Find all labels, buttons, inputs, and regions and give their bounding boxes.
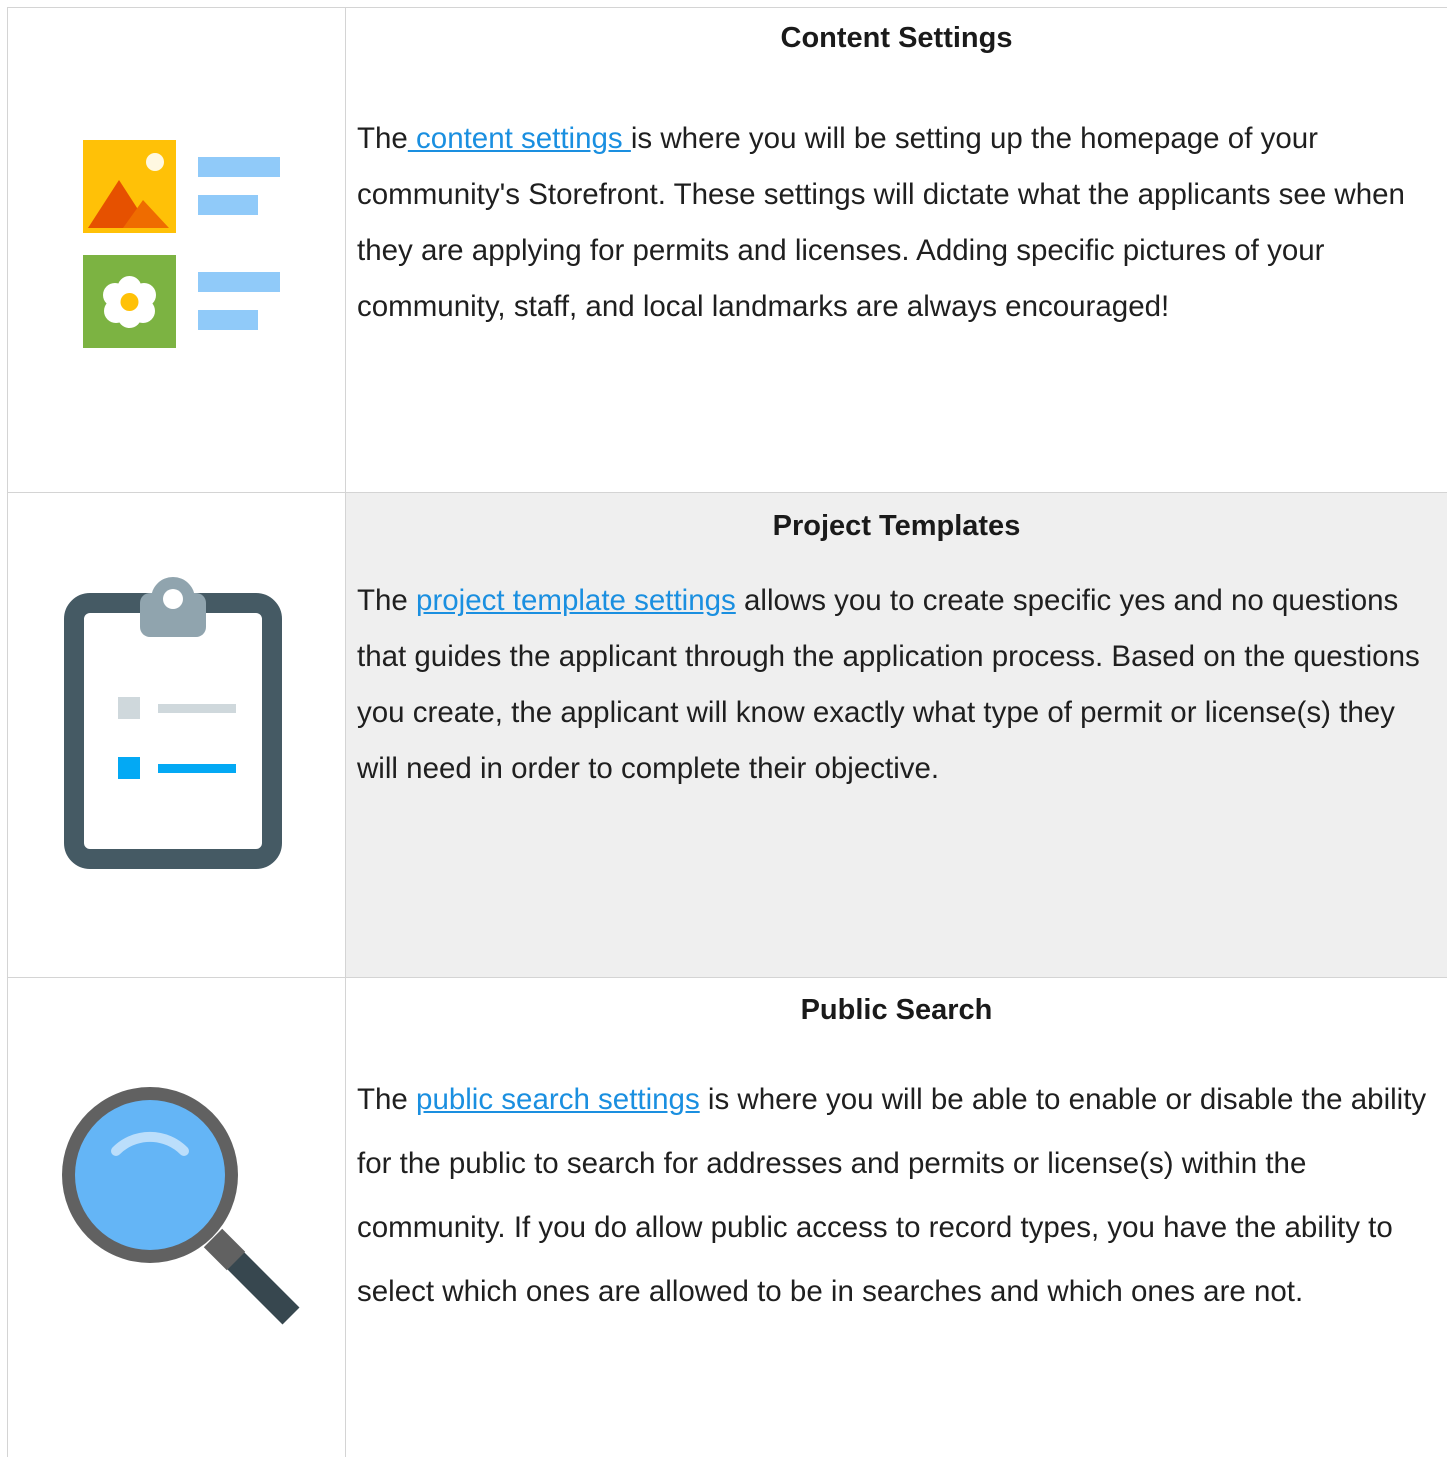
section-description: The content settings is where you will b…: [357, 111, 1433, 335]
description-text: is where you will be able to enable or d…: [357, 1083, 1427, 1308]
table-row: Project Templates The project template s…: [8, 493, 1447, 978]
section-description: The project template settings allows you…: [357, 573, 1433, 797]
section-title: Public Search: [800, 994, 993, 1026]
icon-cell: [8, 8, 346, 492]
public-search-settings-link[interactable]: public search settings: [416, 1083, 700, 1116]
section-title: Content Settings: [780, 22, 1013, 54]
text-cell: Project Templates The project template s…: [346, 493, 1447, 977]
table-row: Public Search The public search settings…: [8, 978, 1447, 1457]
section-description: The public search settings is where you …: [357, 1068, 1433, 1324]
intro-text: The: [357, 1083, 417, 1116]
intro-text: The: [357, 122, 408, 155]
image-text-icon: [83, 140, 280, 348]
settings-table: Content Settings The content settings is…: [7, 7, 1447, 1457]
table-row: Content Settings The content settings is…: [8, 8, 1447, 493]
magnifier-icon: [62, 1087, 300, 1325]
section-title: Project Templates: [772, 510, 1021, 542]
icon-cell: [8, 493, 346, 977]
content-settings-link[interactable]: content settings: [408, 122, 631, 155]
clipboard-icon: [64, 577, 282, 869]
text-cell: Public Search The public search settings…: [346, 978, 1447, 1457]
icon-cell: [8, 978, 346, 1457]
project-template-settings-link[interactable]: project template settings: [416, 584, 736, 617]
intro-text: The: [357, 584, 417, 617]
text-cell: Content Settings The content settings is…: [346, 8, 1447, 492]
